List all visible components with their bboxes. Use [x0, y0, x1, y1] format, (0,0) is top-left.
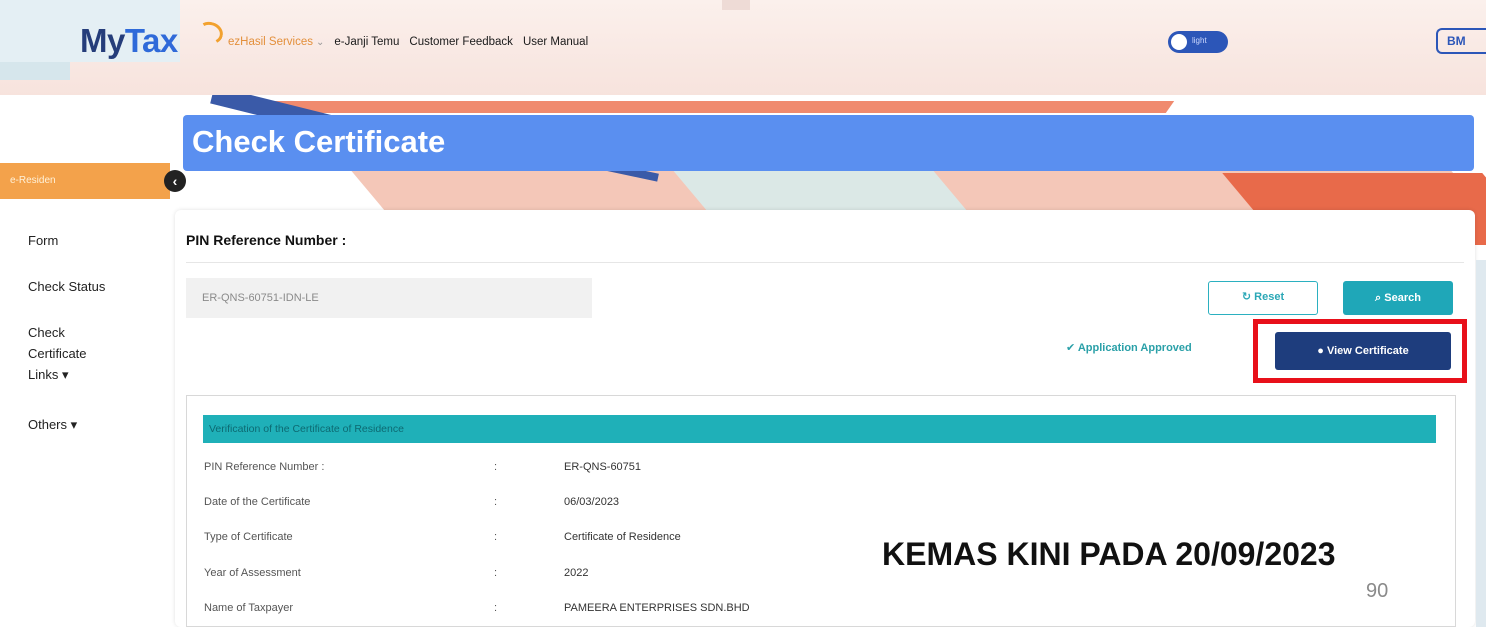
nav-ezhasil-services-label: ezHasil Services: [228, 36, 313, 48]
logo-tax-text: Tax: [124, 22, 178, 59]
theme-toggle-label: light: [1192, 36, 1207, 45]
decorative-divider: [722, 0, 750, 10]
sidebar-item-check-certificate[interactable]: Check Certificate: [28, 322, 87, 364]
row-value: 2022: [564, 567, 589, 579]
row-separator: :: [494, 602, 498, 614]
row-value: ER-QNS-60751: [564, 461, 642, 473]
toggle-knob: [1171, 34, 1187, 50]
sidebar-item-e-residen[interactable]: e-Residen: [0, 163, 170, 199]
logo-my-text: My: [80, 22, 125, 59]
slide-page-number: 90: [1366, 580, 1389, 602]
row-separator: :: [494, 531, 498, 543]
row-label: PIN Reference Number :: [204, 461, 325, 473]
sidebar-item-check-status[interactable]: Check Status: [28, 276, 105, 297]
sidebar-item-others[interactable]: Others ▾: [28, 414, 77, 435]
sidebar-item-links[interactable]: Links ▾: [28, 364, 69, 385]
row-label: Type of Certificate: [204, 531, 293, 543]
row-value: Certificate of Residence: [564, 531, 681, 543]
sidebar-item-form[interactable]: Form: [28, 230, 58, 251]
sidebar-item-label: Check: [28, 325, 65, 340]
row-label: Year of Assessment: [204, 567, 301, 579]
verification-heading-bar: Verification of the Certificate of Resid…: [203, 415, 1436, 443]
row-value: PAMEERA ENTERPRISES SDN.BHD: [564, 602, 750, 614]
chevron-down-icon: ⌄: [316, 37, 325, 48]
nav-user-manual[interactable]: User Manual: [523, 36, 588, 48]
pin-reference-label: PIN Reference Number :: [186, 232, 347, 248]
pin-reference-input[interactable]: [186, 278, 592, 318]
highlight-annotation: [1253, 319, 1467, 383]
main-nav: ezHasil Services ⌄ e-Janji Temu Customer …: [228, 36, 588, 48]
nav-e-janji-temu[interactable]: e-Janji Temu: [334, 36, 399, 48]
collapse-sidebar-icon[interactable]: ‹: [164, 170, 186, 192]
status-badge: ✔ Application Approved: [1066, 342, 1192, 354]
divider: [186, 262, 1464, 263]
page-title: Check Certificate: [192, 124, 446, 159]
reset-button[interactable]: ↻ Reset: [1208, 281, 1318, 315]
language-button[interactable]: BM: [1436, 28, 1486, 54]
screen-root: { "header": { "logo_my": "My", "logo_tax…: [0, 0, 1486, 627]
verification-heading: Verification of the Certificate of Resid…: [209, 423, 404, 435]
decorative-panel: [0, 62, 70, 80]
row-separator: :: [494, 567, 498, 579]
nav-ezhasil-services[interactable]: ezHasil Services ⌄: [228, 36, 324, 48]
nav-customer-feedback[interactable]: Customer Feedback: [409, 36, 513, 48]
row-label: Name of Taxpayer: [204, 602, 294, 614]
banner-stripe: [265, 101, 1175, 113]
sidebar-item-label: Certificate: [28, 346, 87, 361]
row-separator: :: [494, 461, 498, 473]
row-label: Date of the Certificate: [204, 496, 311, 508]
scroll-track: [1476, 260, 1486, 627]
mytax-logo[interactable]: MyTax: [80, 22, 178, 60]
sidebar-item-label: e-Residen: [10, 175, 56, 186]
top-navigation-bar: [0, 0, 1486, 95]
update-note: KEMAS KINI PADA 20/09/2023: [882, 536, 1336, 572]
search-button[interactable]: ⌕ Search: [1343, 281, 1453, 315]
row-separator: :: [494, 496, 498, 508]
sidebar: [0, 160, 180, 627]
row-value: 06/03/2023: [564, 496, 620, 508]
theme-toggle[interactable]: light: [1168, 31, 1228, 53]
